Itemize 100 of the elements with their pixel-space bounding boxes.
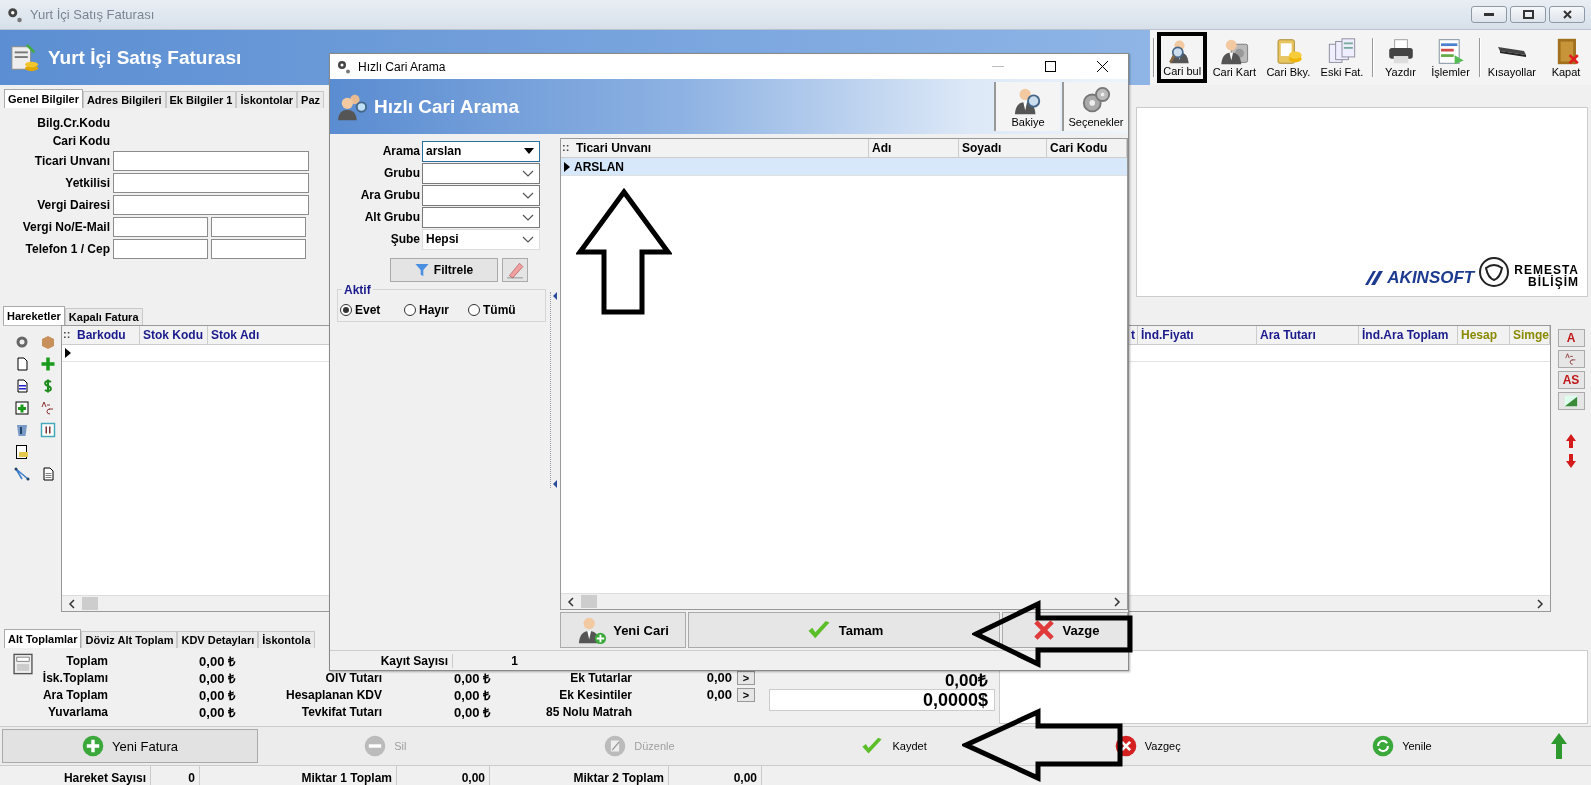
input-field[interactable] <box>113 195 309 215</box>
status-value: 0,00 <box>668 766 762 785</box>
toolbar-button[interactable]: Cari Bky. <box>1261 32 1316 83</box>
action-button[interactable]: Kaydet <box>766 729 1021 763</box>
tab[interactable]: İskontolar <box>236 91 298 108</box>
input-field[interactable] <box>211 217 306 237</box>
input-field[interactable] <box>113 217 208 237</box>
status-value: 0,00 <box>396 766 490 785</box>
dropdown-field[interactable] <box>422 162 540 184</box>
field-label: Ara Grubu <box>359 188 420 202</box>
row-pointer-icon <box>564 161 570 172</box>
column-header[interactable]: Ara Tutarı <box>1257 326 1359 344</box>
header-button[interactable]: Seçenekler <box>1062 82 1128 131</box>
action-button[interactable]: Yeni Fatura <box>2 729 259 763</box>
maximize-button[interactable] <box>1510 6 1546 23</box>
clear-button[interactable] <box>502 258 528 282</box>
input-field[interactable] <box>211 239 306 259</box>
tab[interactable]: Ek Bilgiler 1 <box>165 91 237 108</box>
column-header[interactable]: İnd.Ara Toplam <box>1359 326 1458 344</box>
input-field[interactable] <box>113 151 309 171</box>
pause-icon <box>40 421 56 438</box>
text-style-icon <box>40 399 56 416</box>
tab[interactable]: Alt Toplamlar <box>4 629 82 648</box>
header-button[interactable]: Bakiye <box>994 82 1060 131</box>
tab[interactable]: Kapalı Fatura <box>64 308 143 325</box>
column-header[interactable]: Cari Kodu <box>1047 139 1127 157</box>
toolbar-button[interactable]: İşlemler <box>1425 32 1476 83</box>
add-page-icon <box>14 399 30 416</box>
close-button[interactable] <box>1549 6 1585 23</box>
column-header[interactable]: Stok Kodu <box>140 326 208 344</box>
image-button[interactable] <box>1557 392 1585 410</box>
toolbar-button[interactable]: Eski Fat. <box>1315 32 1369 83</box>
restore-icon <box>1522 10 1534 19</box>
tab[interactable]: KDV Detayları <box>177 631 259 648</box>
column-handle: :: <box>62 327 72 342</box>
total-value: 0,00 ₺ <box>453 703 490 721</box>
details-button[interactable]: > <box>737 687 755 702</box>
toolbar-button[interactable]: Yazdır <box>1375 32 1426 83</box>
total-value: 0,00 ₺ <box>198 686 235 704</box>
total-label: Hesaplanan KDV <box>284 687 382 702</box>
arrow-up-icon <box>1566 434 1576 448</box>
status-label: Miktar 2 Toplam <box>572 770 665 785</box>
tab[interactable]: Döviz Alt Toplam <box>81 631 178 648</box>
radio-button[interactable] <box>404 303 416 316</box>
toolbar-button[interactable]: Cari Kart <box>1207 32 1262 83</box>
format-button[interactable]: AS <box>1557 371 1585 389</box>
dropdown-field[interactable] <box>422 184 540 206</box>
radio-button[interactable] <box>468 303 480 316</box>
radio-option[interactable]: Hayır <box>404 302 464 317</box>
scroll-thumb[interactable] <box>82 597 98 610</box>
status-value: 1 <box>452 653 522 668</box>
splitter-handle[interactable] <box>550 292 558 488</box>
toolbar-button[interactable]: Cari bul <box>1156 32 1208 83</box>
minimize-button[interactable] <box>1471 6 1507 23</box>
radio-option[interactable]: Tümü <box>468 302 528 317</box>
column-header[interactable]: İnd.Fiyatı <box>1138 326 1257 344</box>
logo-mark-icon <box>1365 271 1386 285</box>
chevron-down-icon <box>522 235 534 243</box>
table-row[interactable]: ARSLAN <box>561 158 1127 176</box>
tab[interactable]: Adres Bilgileri <box>82 91 166 108</box>
input-field[interactable] <box>113 239 208 259</box>
input-field[interactable] <box>113 173 309 193</box>
clipboard-icon <box>14 443 30 460</box>
scrollbar[interactable] <box>561 593 1127 609</box>
image-icon <box>1563 394 1579 408</box>
action-button[interactable]: Yenile <box>1274 729 1530 763</box>
table-cell: ARSLAN <box>574 159 624 174</box>
move-up-button[interactable] <box>1566 434 1576 451</box>
chevron-down-icon <box>522 191 534 199</box>
tab[interactable]: Genel Bilgiler <box>4 89 83 108</box>
window-title: Yurt İçi Satış Faturası <box>30 7 155 22</box>
network-icon <box>14 465 30 482</box>
filter-button[interactable]: Filtrele <box>390 258 498 282</box>
dialog-button[interactable]: Tamam <box>688 612 1000 648</box>
chevron-down-icon <box>522 213 534 221</box>
column-header[interactable]: Barkodu <box>74 326 140 344</box>
status-label: Kayıt Sayısı <box>379 653 449 668</box>
field-label: Şube <box>389 232 420 246</box>
tab[interactable]: İskontola <box>258 631 315 648</box>
toolbar-button[interactable]: Kısayollar <box>1482 32 1541 83</box>
arrow-up-icon <box>1551 733 1568 759</box>
radio-button[interactable] <box>340 303 352 316</box>
column-header[interactable]: Adı <box>869 139 959 157</box>
column-header[interactable]: Ticari Unvanı <box>573 139 869 157</box>
tab[interactable]: Paz <box>297 91 325 108</box>
maximize-icon <box>1044 61 1056 72</box>
scroll-thumb[interactable] <box>581 595 597 608</box>
column-header[interactable]: Soyadı <box>959 139 1047 157</box>
toolbar-button[interactable]: Kapat <box>1541 32 1591 83</box>
field-label: Vergi Dairesi <box>36 198 110 212</box>
text-style-button[interactable] <box>1557 350 1585 368</box>
radio-option[interactable]: Evet <box>340 302 400 317</box>
dialog-button[interactable]: Yeni Cari <box>560 612 686 648</box>
dropdown-field[interactable] <box>422 206 540 228</box>
format-button[interactable]: A <box>1557 329 1585 347</box>
search-field[interactable]: arslan <box>422 140 540 162</box>
action-button[interactable]: Vazgeç <box>1020 729 1275 763</box>
person-safe-icon <box>1218 37 1251 66</box>
tab[interactable]: Hareketler <box>3 306 65 325</box>
close-icon <box>1562 10 1572 19</box>
